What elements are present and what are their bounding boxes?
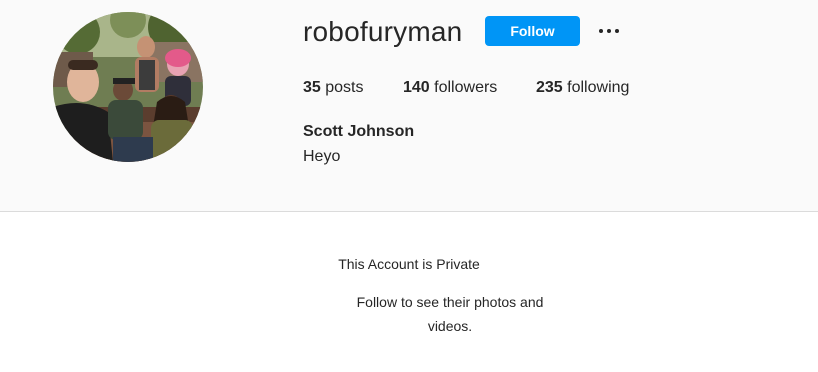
private-account-title: This Account is Private [338,256,480,272]
more-options-dot [599,29,603,33]
more-options-dot [607,29,611,33]
followers-label: followers [434,79,498,96]
more-options-dot [615,29,619,33]
posts-stat: 35 posts [303,78,364,98]
followers-stat[interactable]: 140 followers [403,78,497,98]
posts-label: posts [325,79,364,96]
profile-bio: Heyo [303,148,341,165]
profile-header: robofuryman Follow 35 posts 140 follower… [0,0,818,212]
profile-username: robofuryman [303,16,463,47]
more-options-icon[interactable] [596,20,622,42]
profile-avatar[interactable] [53,12,203,162]
avatar-photo [53,12,203,162]
following-count: 235 [536,79,563,96]
posts-count: 35 [303,79,321,96]
private-account-subtitle: Follow to see their photos and videos. [356,294,544,334]
following-label: following [567,79,630,96]
followers-count: 140 [403,79,430,96]
follow-button[interactable]: Follow [485,16,580,46]
following-stat[interactable]: 235 following [536,78,629,98]
profile-full-name: Scott Johnson [303,123,415,140]
